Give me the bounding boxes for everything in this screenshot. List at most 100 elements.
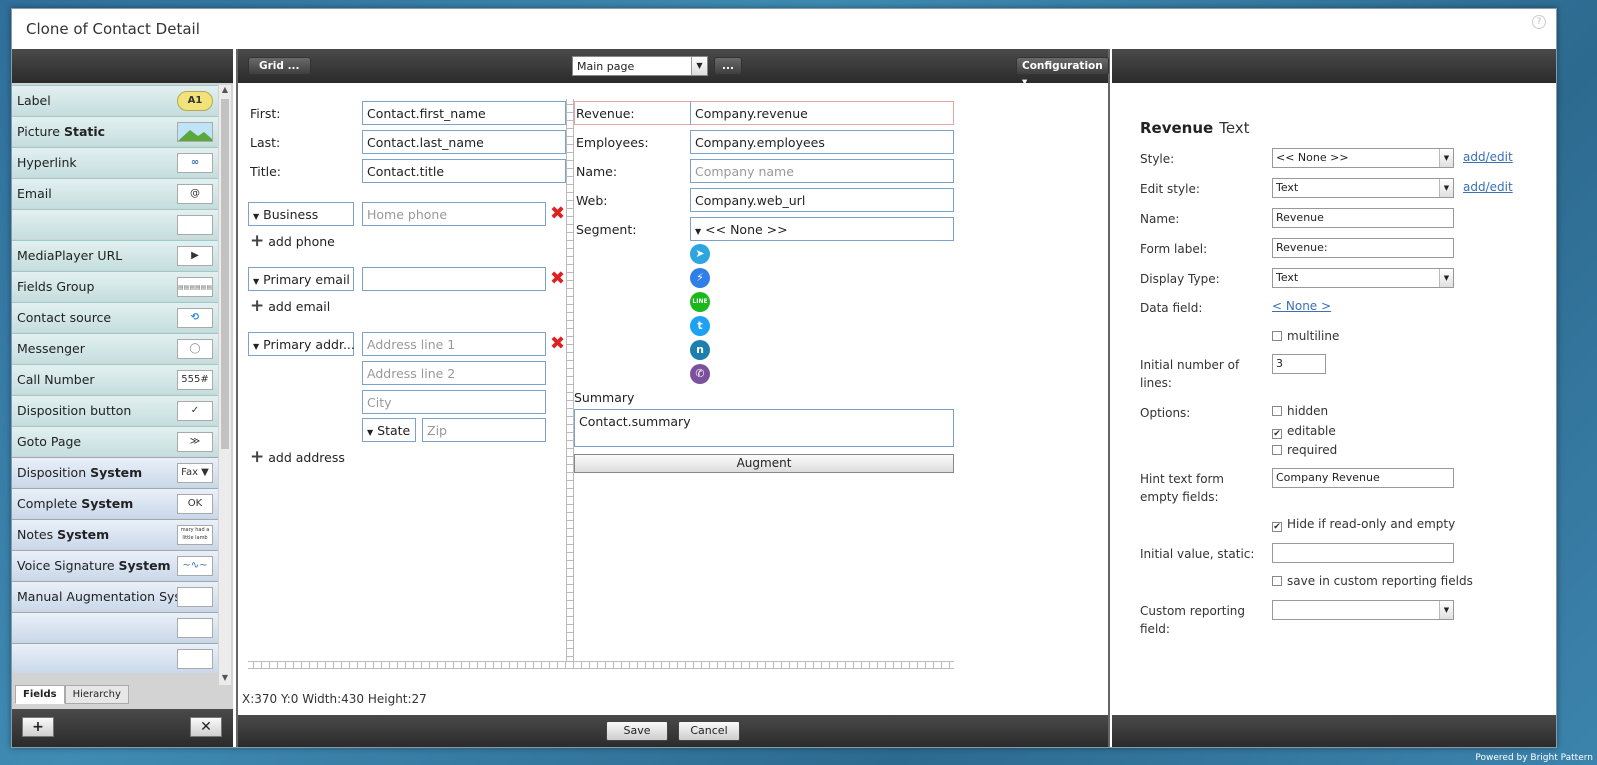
display-type-label: Display Type: [1140,272,1220,286]
add-address-label: add address [268,450,345,465]
web-field[interactable]: Company.web_url [690,188,954,212]
data-field-link[interactable]: < None > [1272,299,1331,313]
palette-item-14[interactable]: Notes System mary had a little lamb [12,519,218,549]
phone-field[interactable]: Home phone [362,202,546,226]
add-email-link[interactable]: + add email [250,296,330,316]
edit-style-add-edit-link[interactable]: add/edit [1463,180,1513,194]
edit-style-value: Text [1276,181,1299,194]
initial-lines-input[interactable]: 3 [1272,354,1326,374]
address-line-1-field[interactable]: Address line 1 [362,332,546,356]
delete-phone-icon[interactable]: ✖ [550,205,565,223]
form-label-input[interactable]: Revenue: [1272,238,1454,258]
add-phone-link[interactable]: + add phone [250,231,335,251]
palette-item-12[interactable]: Disposition System Fax ▼ [12,457,218,487]
nextiva-icon[interactable]: n [690,340,710,360]
first-name-field[interactable]: Contact.first_name [362,101,566,125]
company-name-field[interactable]: Company name [690,159,954,183]
palette-item-15[interactable]: Voice Signature System ~∿~ [12,550,218,580]
horizontal-grid-ruler [248,661,954,669]
address-type-dropdown[interactable]: ▼ Primary addr... [248,332,355,356]
city-field[interactable]: City [362,390,546,414]
help-icon[interactable]: ? [1532,15,1546,29]
required-checkbox[interactable]: required [1272,443,1337,457]
palette-item-11[interactable]: Goto Page ≫ [12,426,218,456]
palette-item-13[interactable]: Complete System OK [12,488,218,518]
save-custom-reporting-checkbox[interactable]: save in custom reporting fields [1272,574,1473,588]
line-icon[interactable]: LINE [690,292,710,312]
configuration-button[interactable]: Configuration ▾ [1016,57,1109,88]
palette-tabs: Fields Hierarchy [15,685,129,705]
augment-button[interactable]: Augment [574,454,954,473]
summary-field[interactable]: Contact.summary [574,409,954,447]
cancel-button[interactable]: Cancel [678,721,740,741]
save-button[interactable]: Save [606,721,668,741]
hidden-checkbox[interactable]: hidden [1272,404,1328,418]
delete-email-icon[interactable]: ✖ [550,270,565,288]
last-name-field[interactable]: Contact.last_name [362,130,566,154]
scroll-up-icon[interactable]: ▲ [219,85,231,97]
add-address-link[interactable]: + add address [250,447,345,467]
email-field[interactable] [362,267,546,291]
palette-item-18[interactable] [12,643,218,673]
display-type-select[interactable]: Text ▼ [1272,268,1454,288]
palette-item-2[interactable]: Hyperlink ∞ [12,147,218,177]
zip-field[interactable]: Zip [422,418,546,442]
palette-item-5[interactable]: MediaPlayer URL ▶ [12,240,218,270]
summary-label: Summary [574,390,635,405]
hint-text-input[interactable]: Company Revenue [1272,468,1454,488]
phone-type-dropdown[interactable]: ▼ Business [248,202,354,226]
chevron-down-icon: ▼ [1439,179,1453,197]
palette-item-6[interactable]: Fields Group ▤▤▤▤▤▤ [12,271,218,301]
revenue-field[interactable]: Company.revenue [690,101,954,125]
name-input[interactable]: Revenue [1272,208,1454,228]
editable-checkbox[interactable]: ✔ editable [1272,424,1336,439]
palette-item-7[interactable]: Contact source ⟲ [12,302,218,332]
custom-reporting-field-select[interactable]: ▼ [1272,600,1454,620]
palette-item-16[interactable]: Manual Augmentation Sys... [12,581,218,611]
scroll-thumb[interactable] [221,99,229,449]
segment-dropdown[interactable]: ▼ << None >> [690,217,954,241]
tab-hierarchy[interactable]: Hierarchy [64,685,129,704]
email-type-value: Primary email [263,272,350,287]
palette-item-0[interactable]: Label A1 [12,85,218,115]
employees-field[interactable]: Company.employees [690,130,954,154]
segment-label: Segment: [576,222,637,237]
more-button[interactable]: ... [714,57,742,75]
palette-item-9[interactable]: Call Number 555# [12,364,218,394]
required-label: required [1287,443,1338,457]
palette-item-label: Contact source [17,310,112,325]
hide-read-only-checkbox[interactable]: ✔ Hide if read-only and empty [1272,517,1455,532]
remove-button[interactable]: ✕ [190,717,222,737]
style-add-edit-link[interactable]: add/edit [1463,150,1513,164]
initial-value-input[interactable] [1272,543,1454,563]
add-button[interactable]: + [22,717,54,737]
scroll-down-icon[interactable]: ▼ [219,673,231,685]
edit-style-select[interactable]: Text ▼ [1272,178,1454,198]
employees-label: Employees: [576,135,649,150]
palette-item-8[interactable]: Messenger ◯ [12,333,218,363]
edit-style-label: Edit style: [1140,182,1200,196]
palette-item-17[interactable] [12,612,218,642]
twitter-icon[interactable]: t [690,316,710,336]
state-dropdown[interactable]: ▼ State [362,418,416,442]
messenger-icon[interactable]: ⚡ [690,268,710,288]
palette-item-10[interactable]: Disposition button ✓ [12,395,218,425]
palette-item-4[interactable] [12,209,218,239]
page-select[interactable]: Main page ▼ [572,56,708,76]
email-type-dropdown[interactable]: ▼ Primary email [248,267,354,291]
viber-icon[interactable]: ✆ [690,364,710,384]
multiline-checkbox[interactable]: multiline [1272,329,1339,343]
tab-fields[interactable]: Fields [15,685,65,704]
telegram-icon[interactable]: ➤ [690,244,710,264]
grid-button[interactable]: Grid ... [248,57,311,75]
phone-type-value: Business [263,207,319,222]
palette-item-3[interactable]: Email @ [12,178,218,208]
style-select[interactable]: << None >> ▼ [1272,148,1454,168]
palette-item-label: Manual Augmentation Sys... [17,589,193,604]
title-field[interactable]: Contact.title [362,159,566,183]
delete-address-icon[interactable]: ✖ [550,335,565,353]
address-line-2-field[interactable]: Address line 2 [362,361,546,385]
palette-item-1[interactable]: Picture Static [12,116,218,146]
palette-scrollbar[interactable]: ▲ ▼ [219,85,231,685]
add-phone-label: add phone [268,234,335,249]
